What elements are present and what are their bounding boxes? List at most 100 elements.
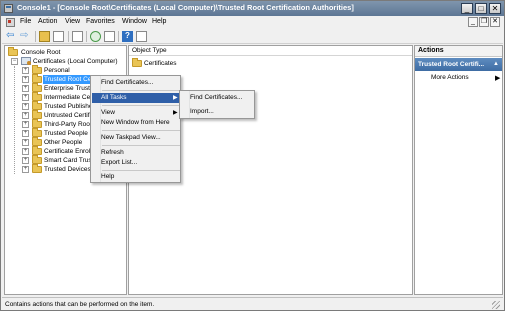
submenu-item-find-certificates[interactable]: Find Certificates... <box>181 93 255 103</box>
forward-arrow-icon[interactable]: ⇨ <box>20 31 31 42</box>
toolbar: ⇦ ⇨ ? <box>2 29 503 44</box>
toolbar-separator <box>68 31 69 42</box>
menu-window[interactable]: Window <box>122 18 147 25</box>
folder-icon <box>32 74 42 83</box>
tree-label: Trusted Devices <box>44 166 91 173</box>
expand-icon[interactable]: + <box>22 76 29 83</box>
menu-item-label: Help <box>101 173 115 180</box>
tree-label: Intermediate Certi <box>44 94 96 101</box>
menu-item-label: Find Certificates... <box>190 94 243 101</box>
menu-item-all-tasks[interactable]: All Tasks ▶ <box>92 93 181 103</box>
minimize-button[interactable]: _ <box>461 3 473 14</box>
expand-icon[interactable]: + <box>22 130 29 137</box>
menu-item-label: Export List... <box>101 159 138 166</box>
menu-separator <box>102 105 180 106</box>
folder-icon <box>32 92 42 101</box>
tree-label: Personal <box>44 67 70 74</box>
menu-item-label: All Tasks <box>101 94 127 101</box>
menu-item-label: Find Certificates... <box>101 79 154 86</box>
menu-item-new-window[interactable]: New Window from Here <box>92 118 181 128</box>
more-actions-link[interactable]: More Actions <box>431 74 469 81</box>
back-arrow-icon[interactable]: ⇦ <box>6 31 17 42</box>
resize-grip-icon[interactable] <box>492 301 500 309</box>
menu-item-help[interactable]: Help <box>92 172 181 182</box>
folder-icon <box>32 146 42 155</box>
folder-icon <box>32 119 42 128</box>
menu-item-label: Refresh <box>101 149 124 156</box>
menu-item-refresh[interactable]: Refresh <box>92 148 181 158</box>
menu-item-label: View <box>101 109 115 116</box>
tree-label: Trusted People <box>44 130 88 137</box>
title-bar[interactable]: Console1 - [Console Root\Certificates (L… <box>1 1 504 16</box>
properties-icon[interactable] <box>72 31 83 42</box>
folder-icon <box>8 47 18 56</box>
all-tasks-submenu: Find Certificates... Import... <box>179 90 255 119</box>
refresh-icon[interactable] <box>90 31 101 42</box>
menu-item-view[interactable]: View ▶ <box>92 108 181 118</box>
menu-action[interactable]: Action <box>38 18 57 25</box>
menu-file[interactable]: File <box>20 18 31 25</box>
menu-item-label: Import... <box>190 108 214 115</box>
actions-pane: Actions Trusted Root Certifi... ▲ More A… <box>414 45 503 295</box>
expand-icon[interactable]: + <box>22 157 29 164</box>
maximize-button[interactable]: □ <box>475 3 487 14</box>
expand-icon[interactable]: + <box>22 103 29 110</box>
toolbar-separator <box>35 31 36 42</box>
help-icon[interactable]: ? <box>122 31 133 42</box>
collapse-arrow-icon[interactable]: ▲ <box>493 61 499 67</box>
expand-icon[interactable]: + <box>22 121 29 128</box>
export-list-icon[interactable] <box>104 31 115 42</box>
folder-icon <box>32 128 42 137</box>
expand-icon[interactable]: + <box>22 166 29 173</box>
show-hide-tree-icon[interactable] <box>53 31 64 42</box>
folder-icon <box>32 65 42 74</box>
tree-label: Enterprise Trust <box>44 85 90 92</box>
console-icon[interactable] <box>6 18 15 27</box>
child-minimize-button[interactable]: _ <box>468 17 478 27</box>
menu-bar: File Action View Favorites Window Help _… <box>2 16 503 29</box>
folder-icon <box>132 58 142 67</box>
folder-icon <box>32 137 42 146</box>
expand-icon[interactable]: + <box>22 148 29 155</box>
column-header-label: Object Type <box>132 47 167 54</box>
menu-item-export-list[interactable]: Export List... <box>92 158 181 168</box>
close-button[interactable]: ✕ <box>489 3 501 14</box>
menu-item-find-certificates[interactable]: Find Certificates... <box>92 78 181 88</box>
menu-help[interactable]: Help <box>152 18 166 25</box>
tree-label: Third-Party Root <box>44 121 92 128</box>
menu-item-label: New Window from Here <box>101 119 170 126</box>
folder-icon <box>32 101 42 110</box>
menu-separator <box>102 170 180 171</box>
menu-item-new-taskpad[interactable]: New Taskpad View... <box>92 133 181 143</box>
expand-icon[interactable]: + <box>22 112 29 119</box>
actions-group-trusted-root[interactable]: Trusted Root Certifi... ▲ <box>415 58 502 71</box>
expand-icon[interactable]: + <box>22 94 29 101</box>
expand-icon[interactable]: + <box>22 85 29 92</box>
up-one-level-icon[interactable] <box>39 31 50 42</box>
child-restore-button[interactable]: ❐ <box>479 17 489 27</box>
folder-icon <box>32 83 42 92</box>
folder-icon <box>32 155 42 164</box>
expand-icon[interactable]: + <box>22 139 29 146</box>
submenu-item-import[interactable]: Import... <box>181 107 255 117</box>
window-title: Console1 - [Console Root\Certificates (L… <box>17 3 354 12</box>
expand-icon[interactable]: + <box>22 67 29 74</box>
app-icon[interactable] <box>4 4 13 13</box>
menu-separator <box>102 90 180 91</box>
tree-label: Untrusted Certific <box>44 112 95 119</box>
menu-separator <box>102 130 180 131</box>
submenu-arrow-icon: ▶ <box>173 110 178 116</box>
menu-favorites[interactable]: Favorites <box>86 18 115 25</box>
actions-group-title: Trusted Root Certifi... <box>418 61 485 68</box>
submenu-arrow-icon: ▶ <box>173 95 178 101</box>
show-action-pane-icon[interactable] <box>136 31 147 42</box>
menu-view[interactable]: View <box>65 18 80 25</box>
menu-separator <box>102 145 180 146</box>
status-text: Contains actions that can be performed o… <box>5 301 155 308</box>
column-header-object-type[interactable]: Object Type <box>129 46 412 56</box>
actions-header: Actions <box>415 46 502 57</box>
child-close-button[interactable]: ✕ <box>490 17 500 27</box>
certificate-icon <box>21 57 31 65</box>
collapse-icon[interactable]: − <box>11 58 18 65</box>
tree-label: Other People <box>44 139 83 146</box>
